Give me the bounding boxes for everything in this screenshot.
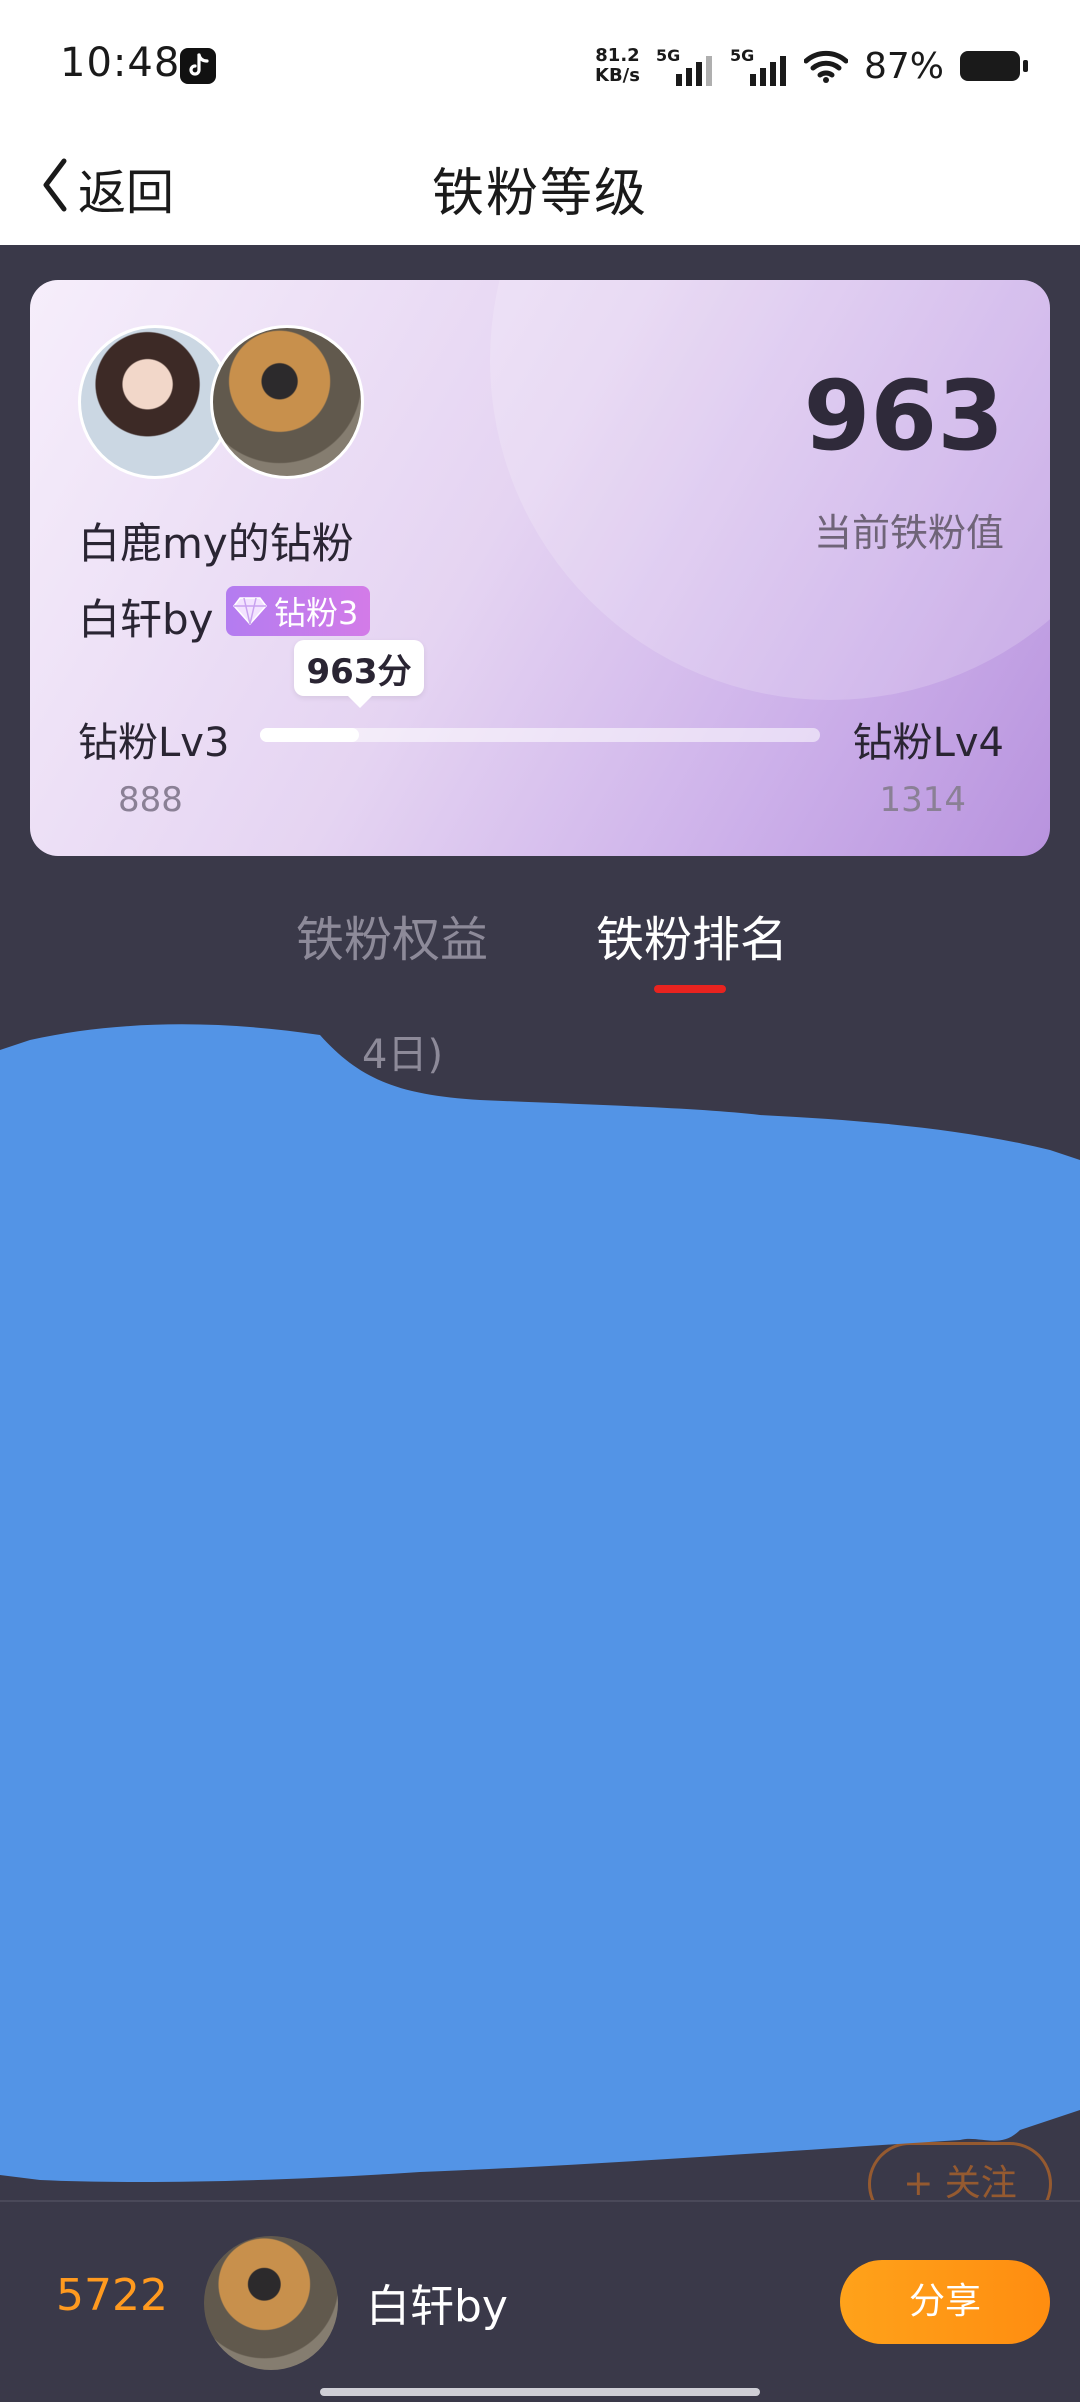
my-avatar [204,2236,338,2370]
my-rank: 5722 [56,2270,168,2321]
home-indicator [320,2388,760,2396]
my-name: 白轩by [366,2281,508,2332]
redaction-overlay [0,1024,1080,2183]
my-ranking-bar: 5722 白轩by 分享 [0,2200,1080,2402]
share-button[interactable]: 分享 [840,2260,1050,2344]
